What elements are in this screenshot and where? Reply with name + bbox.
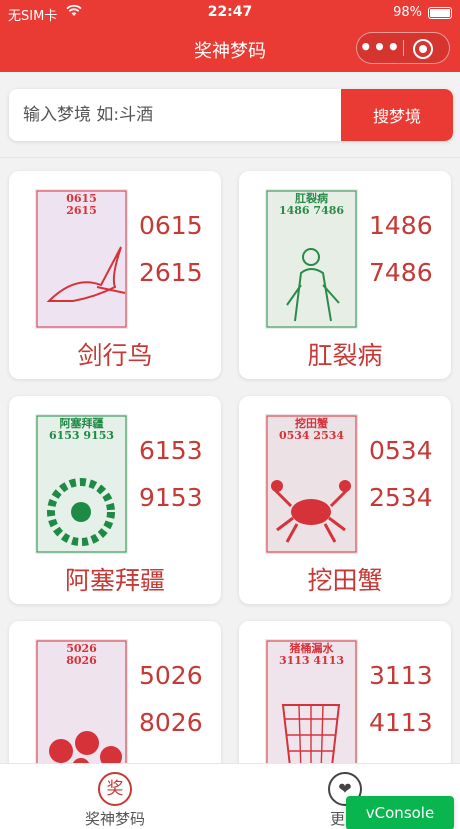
code-number-1: 5026 [139,661,203,690]
code-number-1: 0615 [139,211,203,240]
tab-label: 奖神梦码 [84,810,145,828]
dream-thumbnail: 猪桶漏水 3113 4113 [265,639,358,763]
dream-name: 挖田蟹 [307,566,383,595]
mini-program-capsule: ••• [356,32,450,64]
dream-card[interactable]: 5026 8026 5026 8026 [9,621,221,763]
capsule-divider [403,40,404,56]
code-number-2: 4113 [369,708,433,737]
dream-thumbnail: 挖田蟹 0534 2534 [265,414,358,554]
search-box: 搜梦境 [9,89,453,141]
dream-card[interactable]: 阿塞拜疆 6153 9153 6153 9153 阿塞拜疆 [9,396,221,604]
dream-card[interactable]: 0615 2615 0615 2615 剑行鸟 [9,171,221,379]
status-bar: 无SIM卡 22:47 98% [0,0,460,26]
dream-thumbnail: 0615 2615 [35,189,128,329]
code-number-2: 8026 [139,708,203,737]
dream-code-grid: 0615 2615 0615 2615 剑行鸟 肛裂病 1486 7486 1486… [0,158,460,763]
close-mini-program-icon[interactable] [413,39,433,59]
search-input[interactable] [9,89,341,141]
dream-thumbnail: 阿塞拜疆 6153 9153 [35,414,128,554]
battery-percent: 98% [393,5,422,20]
dream-thumbnail: 5026 8026 [35,639,128,763]
code-number-2: 7486 [369,258,433,287]
dream-card[interactable]: 肛裂病 1486 7486 1486 7486 肛裂病 [239,171,451,379]
dream-name: 肛裂病 [307,341,383,370]
dream-card[interactable]: 猪桶漏水 3113 4113 3113 4113 [239,621,451,763]
vconsole-button[interactable]: vConsole [346,796,454,829]
dream-name: 阿塞拜疆 [64,566,165,595]
dream-name: 剑行鸟 [77,341,153,370]
dream-thumbnail: 肛裂病 1486 7486 [265,189,358,329]
code-number-1: 6153 [139,436,203,465]
battery-icon [428,7,452,19]
tab-dream-code[interactable]: 奖 奖神梦码 [0,764,230,829]
code-number-2: 9153 [139,483,203,512]
nav-bar: 奖神梦码 ••• [0,26,460,72]
more-options-button[interactable]: ••• [357,33,403,63]
code-number-2: 2615 [139,258,203,287]
clock: 22:47 [207,4,253,20]
award-icon: 奖 [98,772,132,806]
search-area: 搜梦境 [0,72,460,158]
code-number-1: 1486 [369,211,433,240]
search-button[interactable]: 搜梦境 [341,89,453,141]
code-number-1: 3113 [369,661,433,690]
code-number-1: 0534 [369,436,433,465]
dream-card[interactable]: 挖田蟹 0534 2534 0534 2534 挖田蟹 [239,396,451,604]
code-number-2: 2534 [369,483,433,512]
